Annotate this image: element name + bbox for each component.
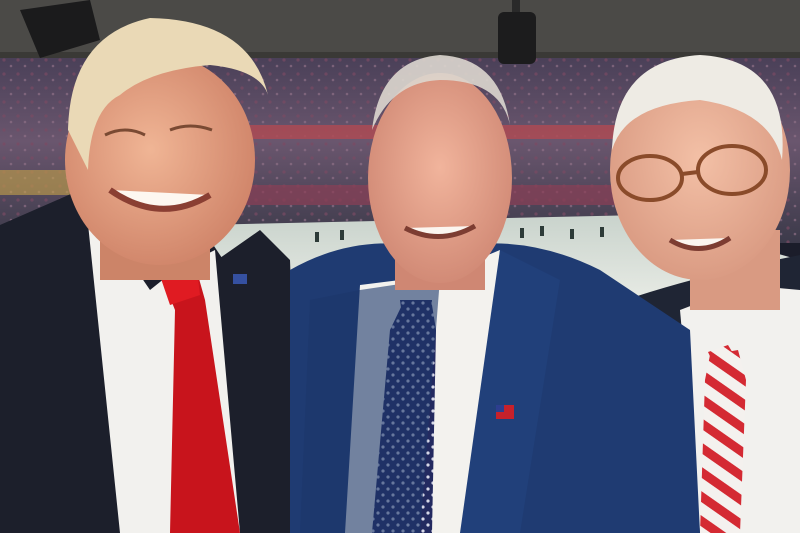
photo-scene: [0, 0, 800, 533]
photo-illustration: [0, 0, 800, 533]
